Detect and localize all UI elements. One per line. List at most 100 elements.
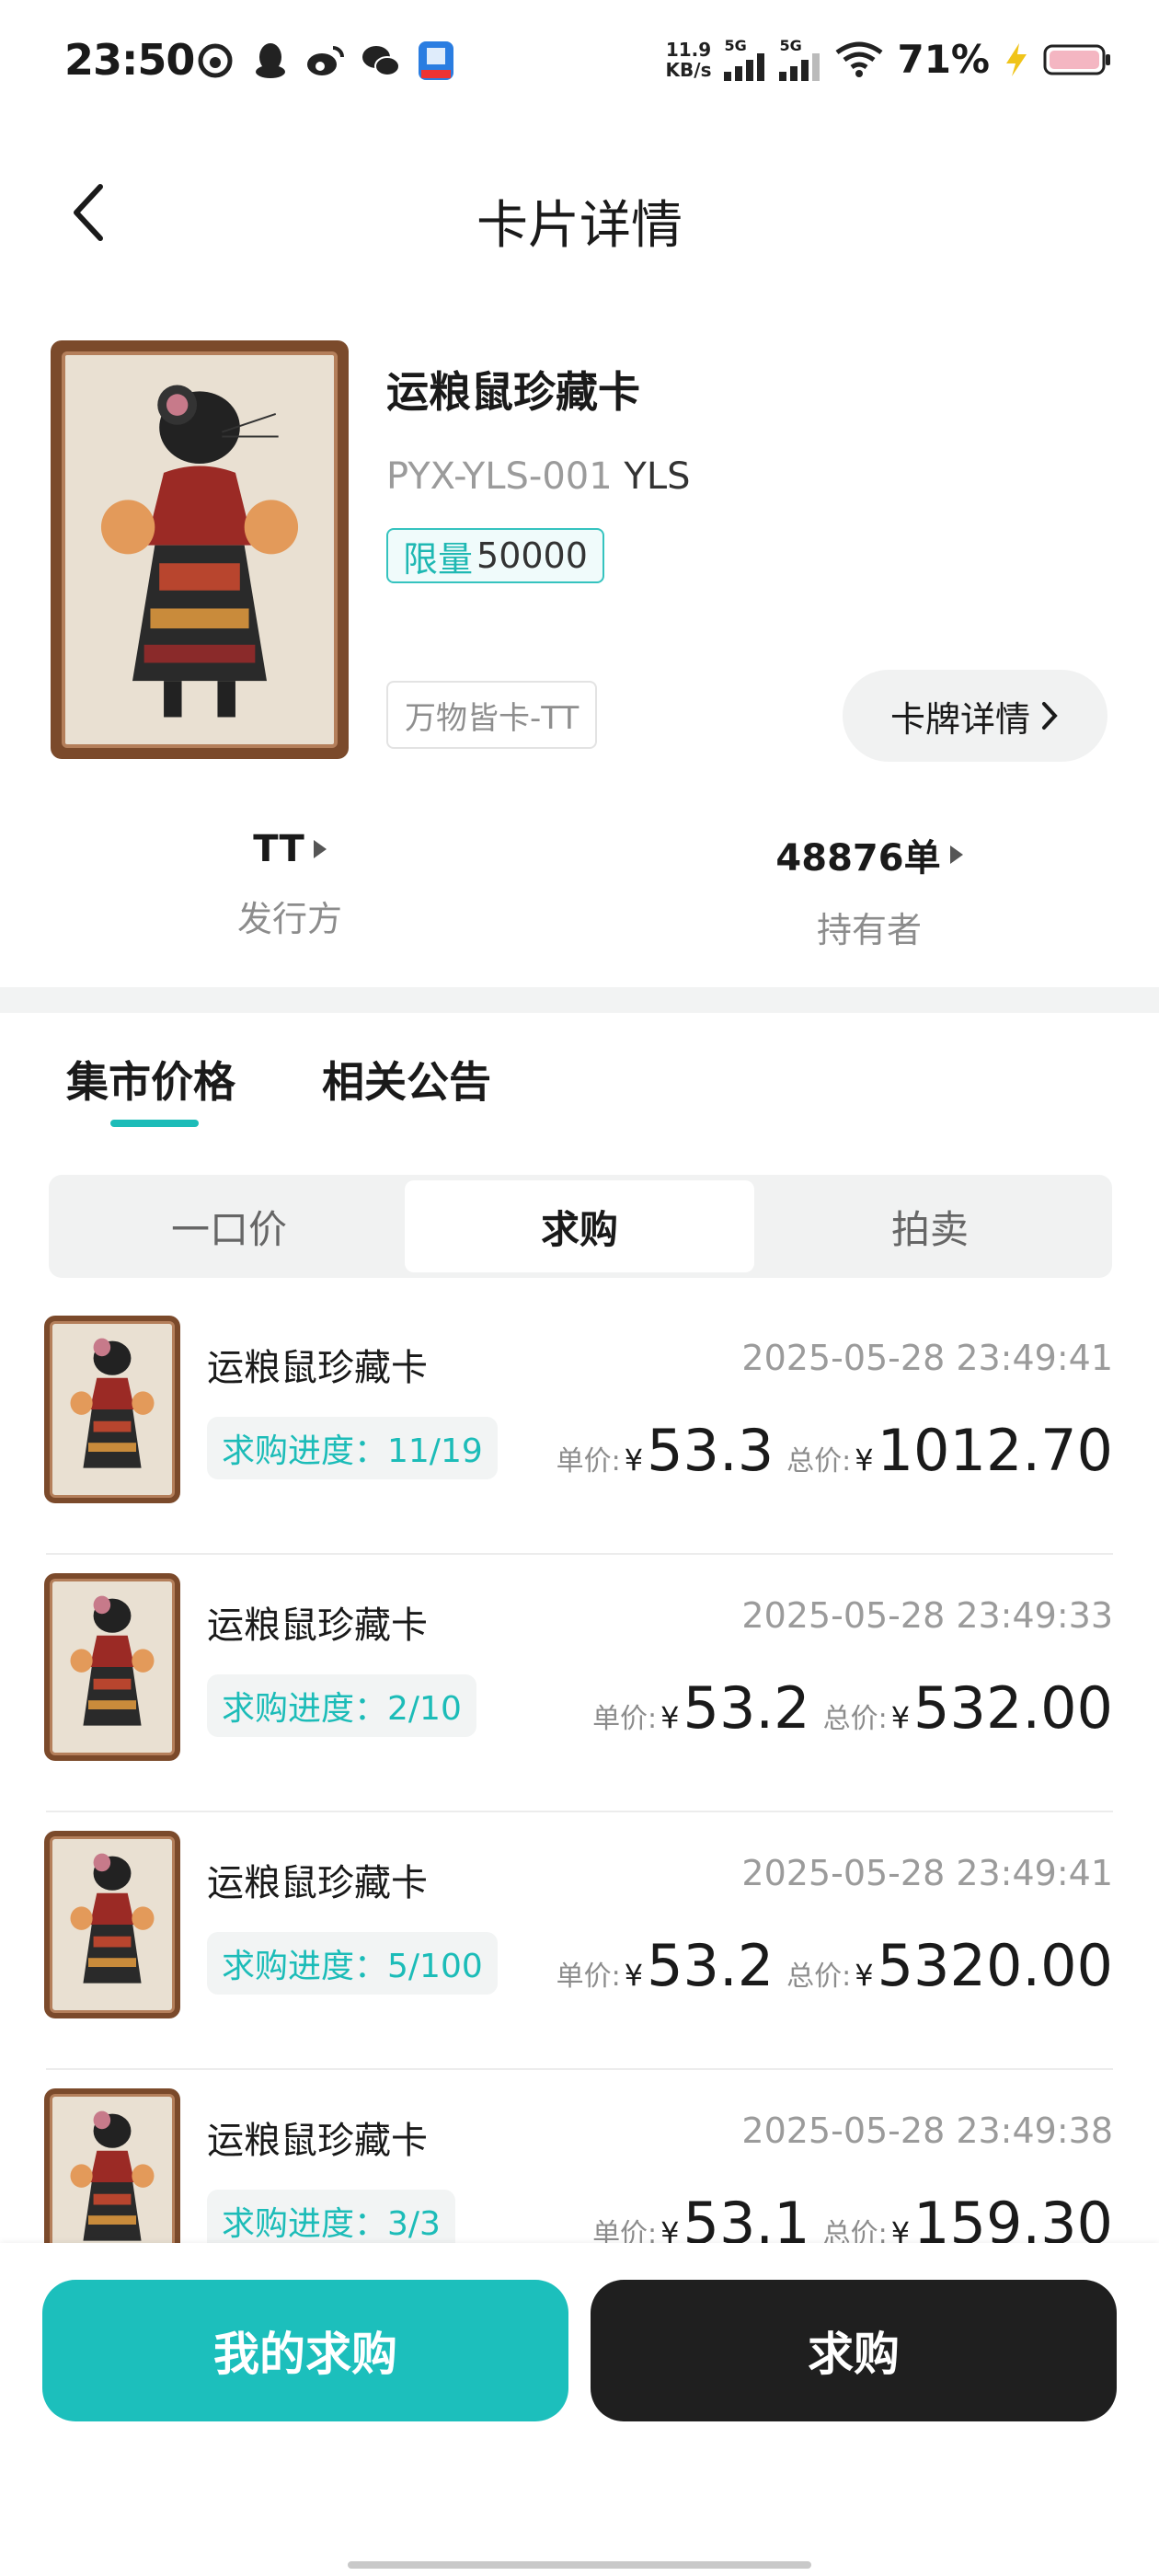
- section-divider: [0, 987, 1159, 1013]
- order-title: 运粮鼠珍藏卡: [207, 1862, 428, 1904]
- order-time: 2025-05-28 23:49:41: [741, 1338, 1113, 1378]
- tab-announcements[interactable]: 相关公告: [322, 1049, 491, 1110]
- unit-price-label: 单价:: [556, 1445, 621, 1478]
- card-thumbnail: [44, 1831, 180, 2018]
- active-tab-indicator: [110, 1120, 199, 1127]
- card-thumbnail: [44, 2088, 180, 2243]
- unit-price-label: 单价:: [592, 1703, 658, 1735]
- unit-price: 53.2: [683, 1674, 810, 1742]
- total-price-label: 总价:: [822, 1703, 888, 1735]
- unit-price-label: 单价:: [592, 2218, 658, 2243]
- signal-bars-icon: [724, 52, 765, 81]
- card-code: PYX-YLS-001 YLS: [386, 455, 691, 498]
- wifi-icon: [835, 41, 883, 77]
- card-thumbnail: [44, 1573, 180, 1761]
- segment-fixed-price[interactable]: 一口价: [54, 1180, 404, 1272]
- signal-bars-icon: [779, 52, 820, 81]
- wechat-icon: [361, 40, 401, 81]
- card-artwork: [50, 1321, 175, 1498]
- currency-symbol: ¥: [660, 2215, 680, 2243]
- currency-symbol: ¥: [890, 1700, 911, 1735]
- currency-symbol: ¥: [624, 1443, 644, 1478]
- order-prices: 单价: ¥53.3 总价: ¥1012.70: [557, 1417, 1113, 1484]
- unit-price-label: 单价:: [556, 1961, 621, 1993]
- segment-buy-request[interactable]: 求购: [405, 1180, 754, 1272]
- qq-icon: [250, 40, 291, 81]
- rat-figure-illustration: [70, 1338, 155, 1468]
- card-detail-label: 卡牌详情: [889, 698, 1030, 740]
- request-button[interactable]: 求购: [591, 2280, 1117, 2421]
- total-price-label: 总价:: [786, 1961, 852, 1993]
- rat-figure-illustration: [70, 1595, 155, 1726]
- unit-price: 53.2: [647, 1932, 775, 1999]
- card-artwork: [50, 1836, 175, 2013]
- segment-auction[interactable]: 拍卖: [755, 1180, 1105, 1272]
- charging-icon: [1006, 42, 1027, 76]
- battery-percent: 71%: [897, 37, 990, 82]
- holders-value: 48876单: [775, 837, 941, 880]
- card-artwork: [50, 1579, 175, 1755]
- header: 卡片详情: [0, 156, 1159, 267]
- weibo-icon: [305, 40, 346, 81]
- total-price: 1012.70: [877, 1417, 1113, 1484]
- rat-figure-illustration: [100, 385, 299, 718]
- currency-symbol: ¥: [660, 1700, 680, 1735]
- tab-market-price[interactable]: 集市价格: [66, 1049, 235, 1110]
- list-item[interactable]: 运粮鼠珍藏卡 2025-05-28 23:49:38 求购进度：3/3 单价: ¥53.…: [0, 2070, 1159, 2243]
- total-price-label: 总价:: [822, 2218, 888, 2243]
- total-price: 5320.00: [877, 1932, 1113, 1999]
- finance-app-icon: [416, 40, 456, 81]
- order-time: 2025-05-28 23:49:33: [741, 1595, 1113, 1636]
- issuer-value-row: TT: [253, 828, 327, 870]
- card-image[interactable]: [51, 340, 349, 759]
- order-progress: 求购进度：11/19: [207, 1417, 498, 1479]
- battery-icon: [1043, 44, 1110, 75]
- total-price: 532.00: [913, 1674, 1113, 1742]
- rat-figure-illustration: [70, 1853, 155, 1984]
- card-detail-button[interactable]: 卡牌详情: [843, 670, 1107, 762]
- order-prices: 单价: ¥53.2 总价: ¥532.00: [592, 1674, 1113, 1742]
- order-progress: 求购进度：3/3: [207, 2190, 455, 2243]
- status-right: 11.9 KB/s 5G 5G 71%: [666, 37, 1113, 82]
- weibo-like-icon: [195, 40, 235, 81]
- series-tag[interactable]: 万物皆卡-TT: [386, 681, 598, 749]
- order-progress: 求购进度：2/10: [207, 1674, 476, 1737]
- page: 23:50 11.9 KB/s 5G 5G 71% 卡片详情 运粮鼠珍藏卡 PY…: [0, 0, 1159, 2576]
- card-thumbnail: [44, 1316, 180, 1503]
- signal-1-label: 5G: [724, 36, 747, 54]
- holders-label: 持有者: [816, 910, 922, 950]
- list-item[interactable]: 运粮鼠珍藏卡 2025-05-28 23:49:33 求购进度：2/10 单价: ¥53…: [0, 1555, 1159, 1812]
- unit-price: 53.1: [683, 2190, 810, 2243]
- signal-2: 5G: [779, 36, 821, 81]
- order-prices: 单价: ¥53.2 总价: ¥5320.00: [557, 1932, 1113, 1999]
- issuer-value: TT: [253, 828, 304, 870]
- section-tabs: 集市价格 相关公告: [0, 1030, 1159, 1132]
- issuer-block[interactable]: TT 发行方: [0, 828, 580, 941]
- card-code-value: PYX-YLS-001: [386, 455, 613, 498]
- net-speed: 11.9 KB/s: [666, 40, 712, 80]
- order-prices: 单价: ¥53.1 总价: ¥159.30: [592, 2190, 1113, 2243]
- card-artwork: [50, 2094, 175, 2243]
- net-speed-value: 11.9: [665, 38, 712, 61]
- chevron-right-icon: [1042, 702, 1058, 730]
- limit-value: 50000: [476, 535, 588, 576]
- list-item[interactable]: 运粮鼠珍藏卡 2025-05-28 23:49:41 求购进度：5/100 单价: ¥5…: [0, 1812, 1159, 2070]
- my-requests-button[interactable]: 我的求购: [42, 2280, 568, 2421]
- list-item[interactable]: 运粮鼠珍藏卡 2025-05-28 23:49:41 求购进度：11/19 单价: ¥5…: [0, 1297, 1159, 1555]
- limit-label: 限量: [403, 538, 474, 580]
- currency-symbol: ¥: [890, 2215, 911, 2243]
- holders-block[interactable]: 48876单 持有者: [580, 828, 1159, 952]
- order-time: 2025-05-28 23:49:38: [741, 2110, 1113, 2151]
- order-title: 运粮鼠珍藏卡: [207, 2120, 428, 2162]
- signal-2-label: 5G: [779, 36, 802, 54]
- bottom-action-bar: 我的求购 求购: [0, 2243, 1159, 2576]
- card-name: 运粮鼠珍藏卡: [386, 367, 640, 417]
- order-title: 运粮鼠珍藏卡: [207, 1347, 428, 1389]
- home-indicator[interactable]: [348, 2561, 811, 2569]
- page-title: 卡片详情: [476, 196, 683, 256]
- card-code-suffix: YLS: [624, 455, 691, 498]
- triangle-right-icon: [949, 845, 963, 864]
- order-time: 2025-05-28 23:49:41: [741, 1853, 1113, 1893]
- triangle-right-icon: [313, 840, 327, 858]
- order-progress: 求购进度：5/100: [207, 1932, 498, 1995]
